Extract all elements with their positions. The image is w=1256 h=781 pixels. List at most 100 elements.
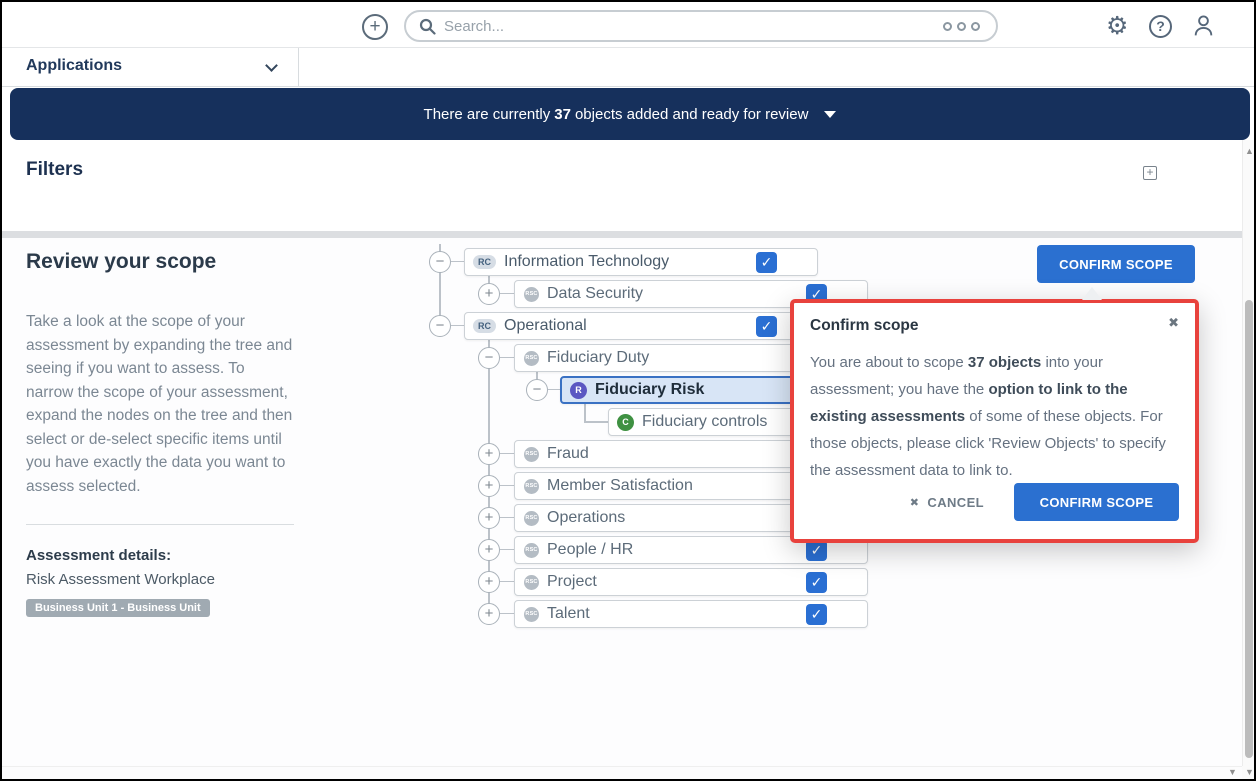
tree-connector [500,485,514,487]
banner-object-count: 37 [554,106,571,123]
banner-text-suffix: objects added and ready for review [575,106,808,123]
tree-node-project[interactable]: RSC Project ✓ [514,568,868,596]
tree-connector [500,549,514,551]
applications-dropdown[interactable]: Applications [26,57,122,75]
rsc-badge-icon: RSC [524,543,539,558]
applications-bar: Applications [2,48,1256,87]
tree-node-label: Project [547,573,597,591]
search-options-icon[interactable] [943,22,980,31]
banner-text-prefix: There are currently [424,106,551,123]
tree-connector [451,261,464,263]
user-profile-icon[interactable] [1191,13,1216,38]
tree-node-label: Data Security [547,285,643,303]
add-filter-icon[interactable]: + [1143,166,1157,180]
horizontal-scrollbar[interactable] [2,766,1242,781]
expand-node-toggle[interactable]: + [478,539,500,561]
rsc-badge-icon: RSC [524,351,539,366]
settings-gear-icon[interactable]: ⚙ [1106,11,1128,41]
collapse-node-toggle[interactable]: − [526,379,548,401]
scope-checkbox-checked[interactable]: ✓ [756,252,777,273]
rsc-badge-icon: RSC [524,447,539,462]
scope-checkbox-checked[interactable]: ✓ [806,572,827,593]
tree-connector [500,453,514,455]
confirm-scope-button[interactable]: CONFIRM SCOPE [1037,245,1195,283]
tree-node-label: Fiduciary Duty [547,349,649,367]
dialog-footer: ✖ CANCEL CONFIRM SCOPE [910,483,1179,521]
filters-title: Filters [26,159,83,181]
objects-review-banner[interactable]: There are currently 37 objects added and… [10,88,1250,140]
tree-connector [451,325,464,327]
control-badge-icon: C [617,414,634,431]
scope-checkbox-checked[interactable]: ✓ [806,540,827,561]
collapse-node-toggle[interactable]: − [429,315,451,337]
tree-connector [500,293,514,295]
dialog-title: Confirm scope [810,317,919,335]
rsc-badge-icon: RSC [524,287,539,302]
vertical-scrollbar-thumb[interactable] [1245,300,1253,758]
scope-checkbox-checked[interactable]: ✓ [806,604,827,625]
tree-node-label: Information Technology [504,253,669,271]
business-unit-badge: Business Unit 1 - Business Unit [26,599,210,617]
tree-node-talent[interactable]: RSC Talent ✓ [514,600,868,628]
risk-badge-icon: R [570,382,587,399]
tree-node-label: Fiduciary controls [642,413,767,431]
tree-connector [500,613,514,615]
top-bar: + ⚙ ? [2,2,1256,48]
divider [26,524,294,525]
scope-instructions-panel: Review your scope Take a look at the sco… [26,250,294,617]
app-window: + ⚙ ? Applications There are currently 3… [0,0,1256,781]
tree-connector [584,404,586,422]
tree-connector [500,581,514,583]
rc-badge-icon: RC [473,319,496,333]
create-icon[interactable]: + [362,14,388,40]
expand-node-toggle[interactable]: + [478,283,500,305]
assessment-details-label: Assessment details: [26,547,294,564]
cancel-x-icon: ✖ [910,496,920,509]
popover-arrow [1082,287,1102,300]
rsc-badge-icon: RSC [524,575,539,590]
close-icon[interactable]: ✖ [1168,315,1179,331]
scope-checkbox-checked[interactable]: ✓ [756,316,777,337]
divider [298,48,299,87]
expand-node-toggle[interactable]: + [478,603,500,625]
page-title: Review your scope [26,250,294,274]
expand-node-toggle[interactable]: + [478,507,500,529]
tree-node-label: Talent [547,605,590,623]
tree-node-label: Operational [504,317,587,335]
cancel-label: CANCEL [927,495,984,510]
tree-node-label: Fraud [547,445,589,463]
chevron-down-icon[interactable] [265,59,278,72]
tree-node-label: People / HR [547,541,633,559]
cancel-button[interactable]: ✖ CANCEL [910,495,984,510]
scope-description: Take a look at the scope of your assessm… [26,310,294,498]
tree-node-operational[interactable]: RC Operational ✓ [464,312,818,340]
tree-connector [500,357,514,359]
collapse-node-toggle[interactable]: − [429,251,451,273]
banner-caret-icon[interactable] [824,111,836,118]
search-input[interactable] [444,18,943,35]
rsc-badge-icon: RSC [524,479,539,494]
tree-connector [548,389,560,391]
rsc-badge-icon: RSC [524,607,539,622]
expand-node-toggle[interactable]: + [478,443,500,465]
tree-connector [500,517,514,519]
expand-node-toggle[interactable]: + [478,571,500,593]
section-divider [2,231,1242,238]
tree-node-label: Member Satisfaction [547,477,693,495]
tree-node-information-technology[interactable]: RCInformation Technology✓ [464,248,818,276]
tree-node-label: Operations [547,509,625,527]
search-bar[interactable] [404,10,998,42]
search-icon [419,18,436,35]
scroll-down-arrow-icon[interactable]: ▼ [1245,767,1254,777]
scroll-up-arrow-icon[interactable]: ▲ [1245,146,1254,156]
tree-node-label: Fiduciary Risk [595,381,704,399]
collapse-node-toggle[interactable]: − [478,347,500,369]
confirm-scope-dialog: Confirm scope ✖ You are about to scope 3… [790,299,1199,543]
expand-node-toggle[interactable]: + [478,475,500,497]
dialog-body: You are about to scope 37 objects into y… [810,349,1175,484]
dialog-confirm-scope-button[interactable]: CONFIRM SCOPE [1014,483,1179,521]
help-icon[interactable]: ? [1149,15,1172,38]
scroll-right-arrow-icon[interactable]: ▼ [1228,767,1237,777]
filters-section: Filters + [2,140,1242,231]
rsc-badge-icon: RSC [524,511,539,526]
